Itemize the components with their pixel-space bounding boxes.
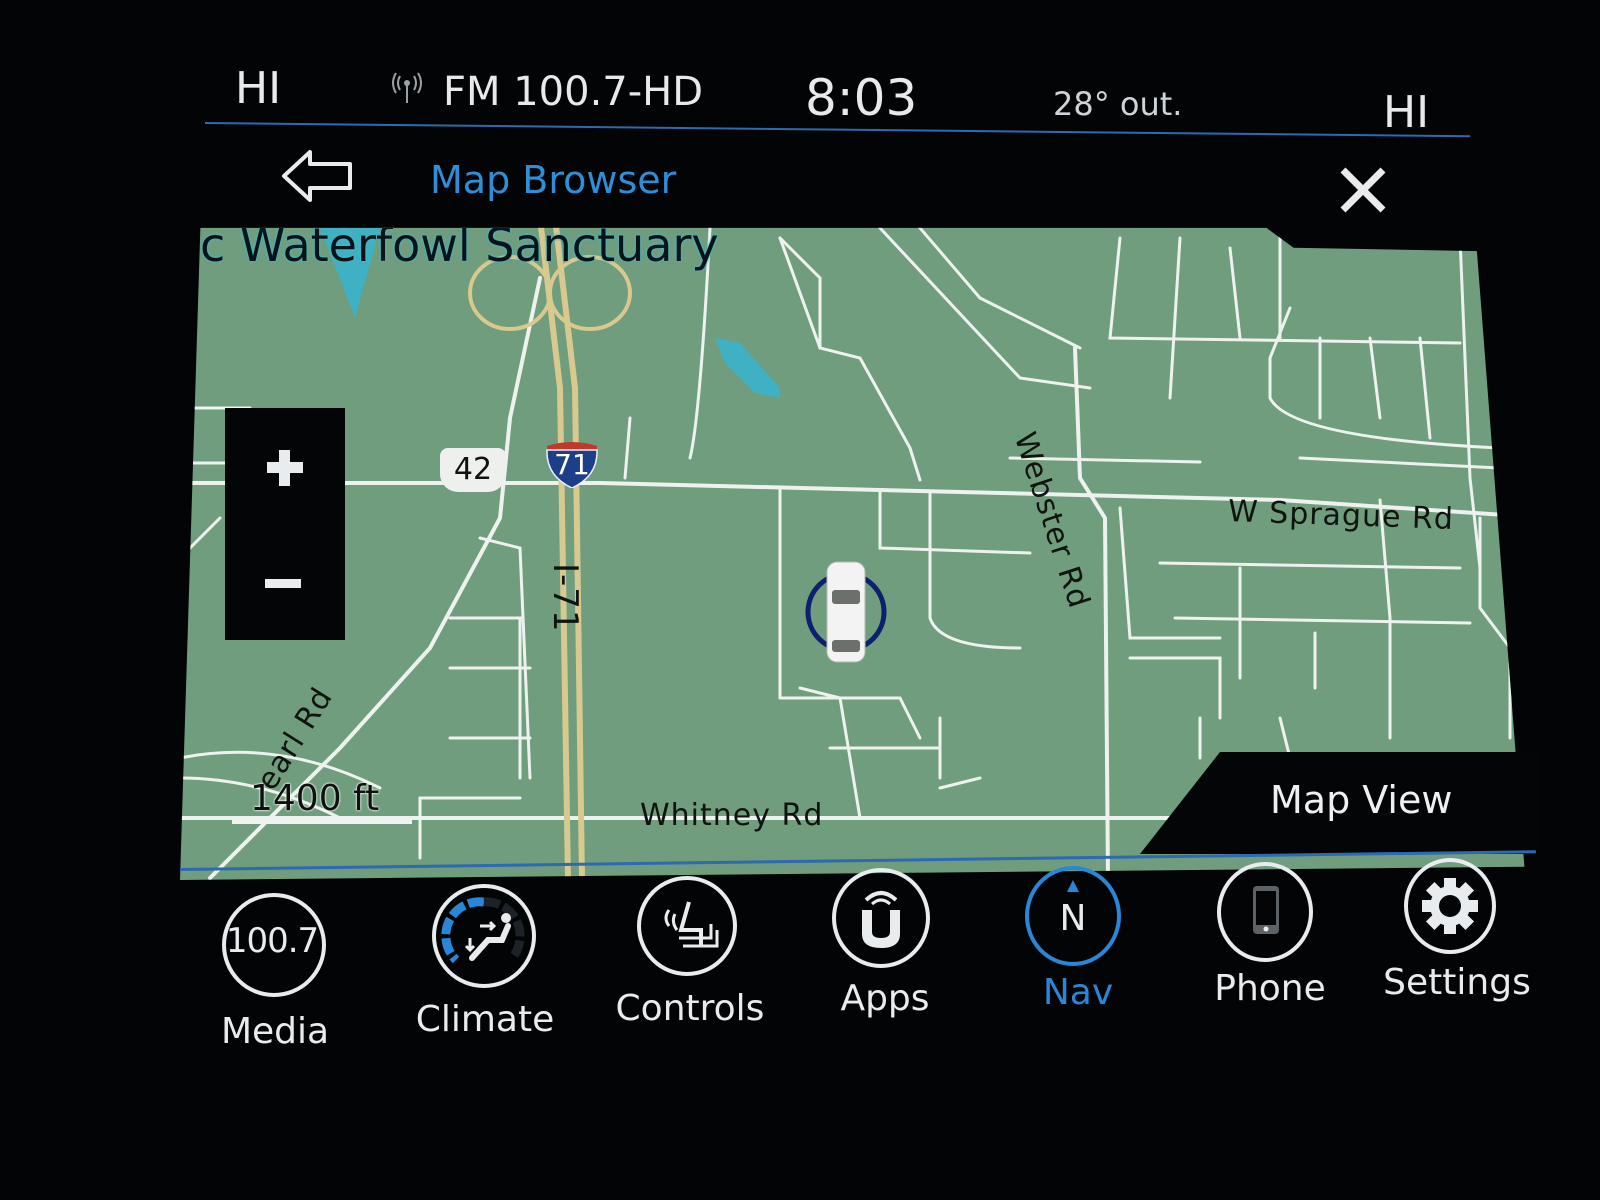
seat-controls-icon: [637, 876, 737, 976]
phone-icon: [1217, 862, 1313, 962]
dock-label: Controls: [615, 988, 765, 1029]
car-position-icon: [805, 560, 887, 670]
dock-nav[interactable]: N Nav: [993, 866, 1163, 1056]
dock-controls[interactable]: Controls: [605, 876, 775, 1066]
scale-value: 1400 ft: [250, 778, 380, 819]
status-bar: HI FM 100.7-HD 8:03 28° out. HI: [205, 55, 1470, 138]
uconnect-apps-icon: [832, 868, 930, 968]
close-icon: [1340, 167, 1386, 213]
us-route-shield: 42: [440, 448, 506, 492]
zoom-control: [225, 408, 345, 640]
back-button[interactable]: [280, 148, 360, 204]
dock-label: Apps: [840, 978, 930, 1019]
dock-label: Nav: [1042, 972, 1114, 1013]
dock-climate[interactable]: Climate: [400, 884, 570, 1074]
close-button[interactable]: [1335, 162, 1391, 218]
media-icon: 100.7: [222, 893, 326, 997]
dock-apps[interactable]: Apps: [800, 868, 970, 1058]
page-title: Map Browser: [430, 158, 677, 202]
road-webster: [1073, 346, 1110, 880]
gear-icon: [1404, 858, 1496, 954]
radio-signal-icon: [390, 71, 424, 105]
radio-station: FM 100.7-HD: [443, 69, 704, 115]
dock-label: Media: [220, 1011, 330, 1052]
dock-settings[interactable]: Settings: [1372, 858, 1542, 1048]
outside-temperature: 28° out.: [1053, 85, 1183, 123]
back-arrow-icon: [282, 150, 352, 202]
scale-bar: [232, 820, 412, 824]
map-scale: 1400 ft: [230, 778, 412, 832]
dock-phone[interactable]: Phone: [1185, 862, 1355, 1052]
driver-climate-setting[interactable]: HI: [235, 63, 281, 114]
zoom-out-button[interactable]: [225, 524, 345, 640]
road-label-whitney: Whitney Rd: [640, 798, 824, 833]
infotainment-screen: HI FM 100.7-HD 8:03 28° out. HI Map Brow…: [0, 0, 1600, 1200]
dock-label: Settings: [1383, 962, 1531, 1003]
poi-label[interactable]: c Waterfowl Sanctuary: [200, 228, 719, 272]
zoom-in-button[interactable]: [225, 408, 345, 524]
interstate-shield: 71: [544, 438, 600, 489]
map-view-label: Map View: [1270, 778, 1453, 822]
dock-label: Climate: [415, 999, 555, 1040]
interstate-number: 71: [554, 448, 590, 481]
dock-media[interactable]: 100.7 Media: [190, 893, 360, 1083]
road-label-i71: I-71: [545, 563, 585, 633]
passenger-climate-setting[interactable]: HI: [1383, 87, 1429, 138]
title-bar: Map Browser: [205, 140, 1470, 225]
pond: [715, 338, 780, 398]
compass-icon: N: [1025, 866, 1121, 966]
dock-label: Phone: [1214, 968, 1326, 1009]
climate-icon: [432, 884, 536, 988]
clock: 8:03: [805, 69, 918, 127]
